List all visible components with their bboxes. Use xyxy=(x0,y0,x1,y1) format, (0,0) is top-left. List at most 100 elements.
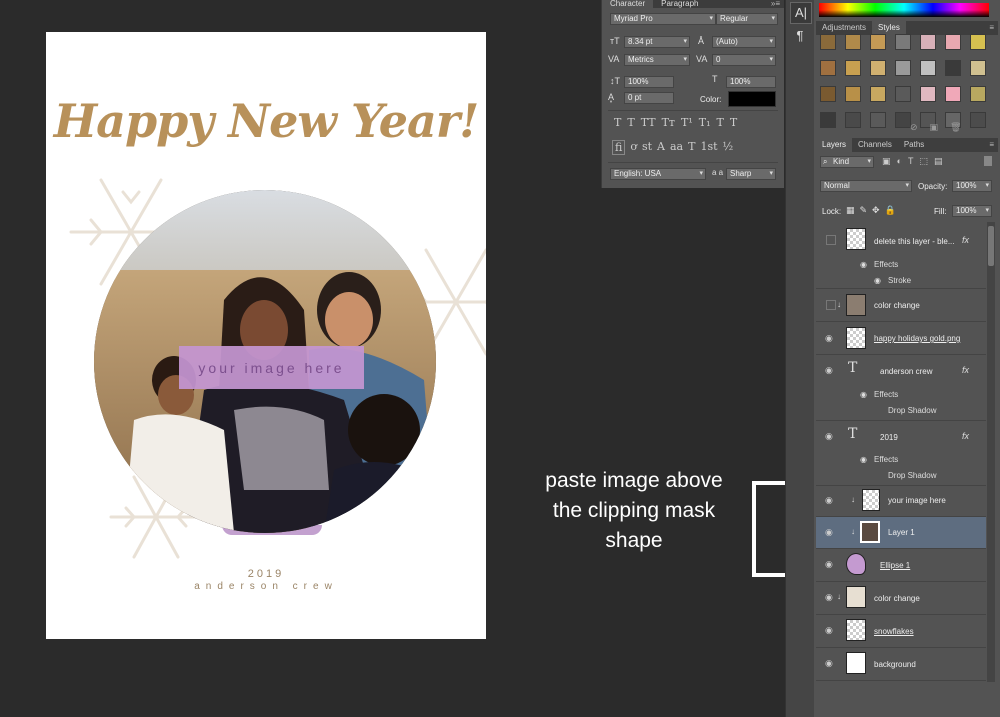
font-style-select[interactable]: Regular xyxy=(716,13,778,25)
style-swatch[interactable] xyxy=(820,112,836,128)
font-size-field[interactable]: 8.34 pt xyxy=(624,36,690,48)
style-swatch[interactable] xyxy=(945,86,961,102)
style-swatch[interactable] xyxy=(820,34,836,50)
eye-icon[interactable]: ◉ xyxy=(825,431,833,442)
kerning-field[interactable]: Metrics xyxy=(624,54,690,66)
antialias-select[interactable]: Sharp xyxy=(726,168,776,180)
style-swatch[interactable] xyxy=(845,112,861,128)
style-swatch[interactable] xyxy=(945,60,961,76)
style-swatch[interactable] xyxy=(845,86,861,102)
layer-name[interactable]: snowflakes xyxy=(874,627,914,636)
superscript-button[interactable]: T¹ xyxy=(681,116,693,129)
layer-filter-icons[interactable]: ▣◐T⬚▤ xyxy=(882,156,948,167)
tab-adjustments[interactable]: Adjustments xyxy=(816,21,872,35)
effects-eye-icon[interactable]: ◉ xyxy=(860,390,867,399)
tab-paths[interactable]: Paths xyxy=(898,138,930,152)
layers-scrollbar[interactable] xyxy=(987,222,995,682)
style-swatch[interactable] xyxy=(895,112,911,128)
faux-bold-button[interactable]: T xyxy=(614,116,621,129)
eye-icon[interactable]: ◉ xyxy=(825,527,833,538)
tab-styles[interactable]: Styles xyxy=(872,21,906,35)
layer-row[interactable]: ◉ happy holidays gold.png xyxy=(816,322,986,355)
filter-toggle[interactable] xyxy=(984,156,992,166)
panel-menu-icon[interactable]: ≡ xyxy=(989,138,998,152)
layer-name[interactable]: Layer 1 xyxy=(888,528,915,537)
horizontal-scale-field[interactable]: 100% xyxy=(726,76,776,88)
eye-icon[interactable]: ◉ xyxy=(825,495,833,506)
layer-row[interactable]: ◉ ↓ color change xyxy=(816,582,986,615)
leading-field[interactable]: (Auto) xyxy=(712,36,776,48)
style-swatch[interactable] xyxy=(870,86,886,102)
tab-channels[interactable]: Channels xyxy=(852,138,898,152)
eye-icon[interactable]: ◉ xyxy=(825,365,833,376)
style-swatch[interactable] xyxy=(920,60,936,76)
layer-name[interactable]: color change xyxy=(874,594,920,603)
vertical-scale-field[interactable]: 100% xyxy=(624,76,674,88)
style-swatch[interactable] xyxy=(970,34,986,50)
style-swatch[interactable] xyxy=(970,60,986,76)
subscript-button[interactable]: T₁ xyxy=(699,116,711,129)
stylistic-alternates-button[interactable]: A xyxy=(657,140,665,155)
layer-name[interactable]: color change xyxy=(874,301,920,310)
style-swatch[interactable] xyxy=(845,60,861,76)
swash-button[interactable]: st xyxy=(642,140,652,155)
layer-row[interactable]: ◉ background xyxy=(816,648,986,681)
layer-row[interactable]: ◉ Ellipse 1 xyxy=(816,549,986,582)
style-swatch[interactable] xyxy=(920,34,936,50)
style-swatch[interactable] xyxy=(845,34,861,50)
layer-name[interactable]: anderson crew xyxy=(880,367,932,376)
style-swatch[interactable] xyxy=(870,34,886,50)
text-color-swatch[interactable] xyxy=(728,91,776,107)
underline-button[interactable]: T xyxy=(717,116,724,129)
layer-name[interactable]: happy holidays gold.png xyxy=(874,334,960,343)
layer-name[interactable]: delete this layer - ble... xyxy=(874,237,954,246)
style-swatch[interactable] xyxy=(970,86,986,102)
layer-filter-select[interactable]: ⌕ Kind xyxy=(820,156,874,168)
fx-icon[interactable]: fx xyxy=(962,431,969,441)
all-caps-button[interactable]: TT xyxy=(641,116,656,129)
eye-icon[interactable]: ◉ xyxy=(825,592,833,603)
layer-row[interactable]: ↓ color change xyxy=(816,289,986,322)
character-panel-icon[interactable]: A| xyxy=(790,2,812,24)
panel-menu-icon[interactable]: »≡ xyxy=(767,0,784,8)
layer-name[interactable]: Ellipse 1 xyxy=(880,561,910,570)
lock-icons[interactable]: ▦✎✥🔒 xyxy=(846,205,901,216)
tab-character[interactable]: Character xyxy=(602,0,654,8)
style-swatch[interactable] xyxy=(895,60,911,76)
styles-footer-icons[interactable]: ⊘▣🗑 xyxy=(910,122,973,133)
style-swatch[interactable] xyxy=(920,86,936,102)
panel-menu-icon[interactable]: ≡ xyxy=(989,21,998,35)
scrollbar-thumb[interactable] xyxy=(988,226,994,266)
tab-paragraph[interactable]: Paragraph xyxy=(653,0,706,8)
paragraph-panel-icon[interactable]: ¶ xyxy=(790,26,810,46)
discretionary-ligature-button[interactable]: ơ xyxy=(630,140,637,155)
visibility-toggle[interactable] xyxy=(826,300,836,310)
tab-layers[interactable]: Layers xyxy=(816,138,853,152)
font-family-select[interactable]: Myriad Pro xyxy=(610,13,716,25)
style-swatch[interactable] xyxy=(870,60,886,76)
baseline-shift-field[interactable]: 0 pt xyxy=(624,92,674,104)
small-caps-button[interactable]: Tт xyxy=(662,116,675,129)
opacity-field[interactable]: 100% xyxy=(952,180,992,192)
titling-alternates-button[interactable]: aa xyxy=(670,140,683,155)
language-select[interactable]: English: USA xyxy=(610,168,706,180)
style-swatch[interactable] xyxy=(820,60,836,76)
fx-icon[interactable]: fx xyxy=(962,365,969,375)
fill-field[interactable]: 100% xyxy=(952,205,992,217)
effects-eye-icon[interactable]: ◉ xyxy=(874,276,881,285)
style-swatch[interactable] xyxy=(945,34,961,50)
document-canvas[interactable]: Happy New Year! your image here 2019 and… xyxy=(46,32,486,639)
tracking-field[interactable]: 0 xyxy=(712,54,776,66)
layer-row[interactable]: ◉ T 2019 fx ◉ Effects Drop Shadow xyxy=(816,421,986,486)
ligature-button[interactable]: fi xyxy=(612,140,626,155)
eye-icon[interactable]: ◉ xyxy=(825,333,833,344)
eye-icon[interactable]: ◉ xyxy=(825,625,833,636)
effects-eye-icon[interactable]: ◉ xyxy=(860,260,867,269)
eye-icon[interactable]: ◉ xyxy=(825,559,833,570)
eye-icon[interactable]: ◉ xyxy=(825,658,833,669)
layer-name[interactable]: 2019 xyxy=(880,433,898,442)
layer-name[interactable]: background xyxy=(874,660,916,669)
ordinals-button[interactable]: 1st xyxy=(700,140,717,155)
layer-row[interactable]: delete this layer - ble... fx ◉ Effects … xyxy=(816,222,986,289)
style-swatch[interactable] xyxy=(820,86,836,102)
